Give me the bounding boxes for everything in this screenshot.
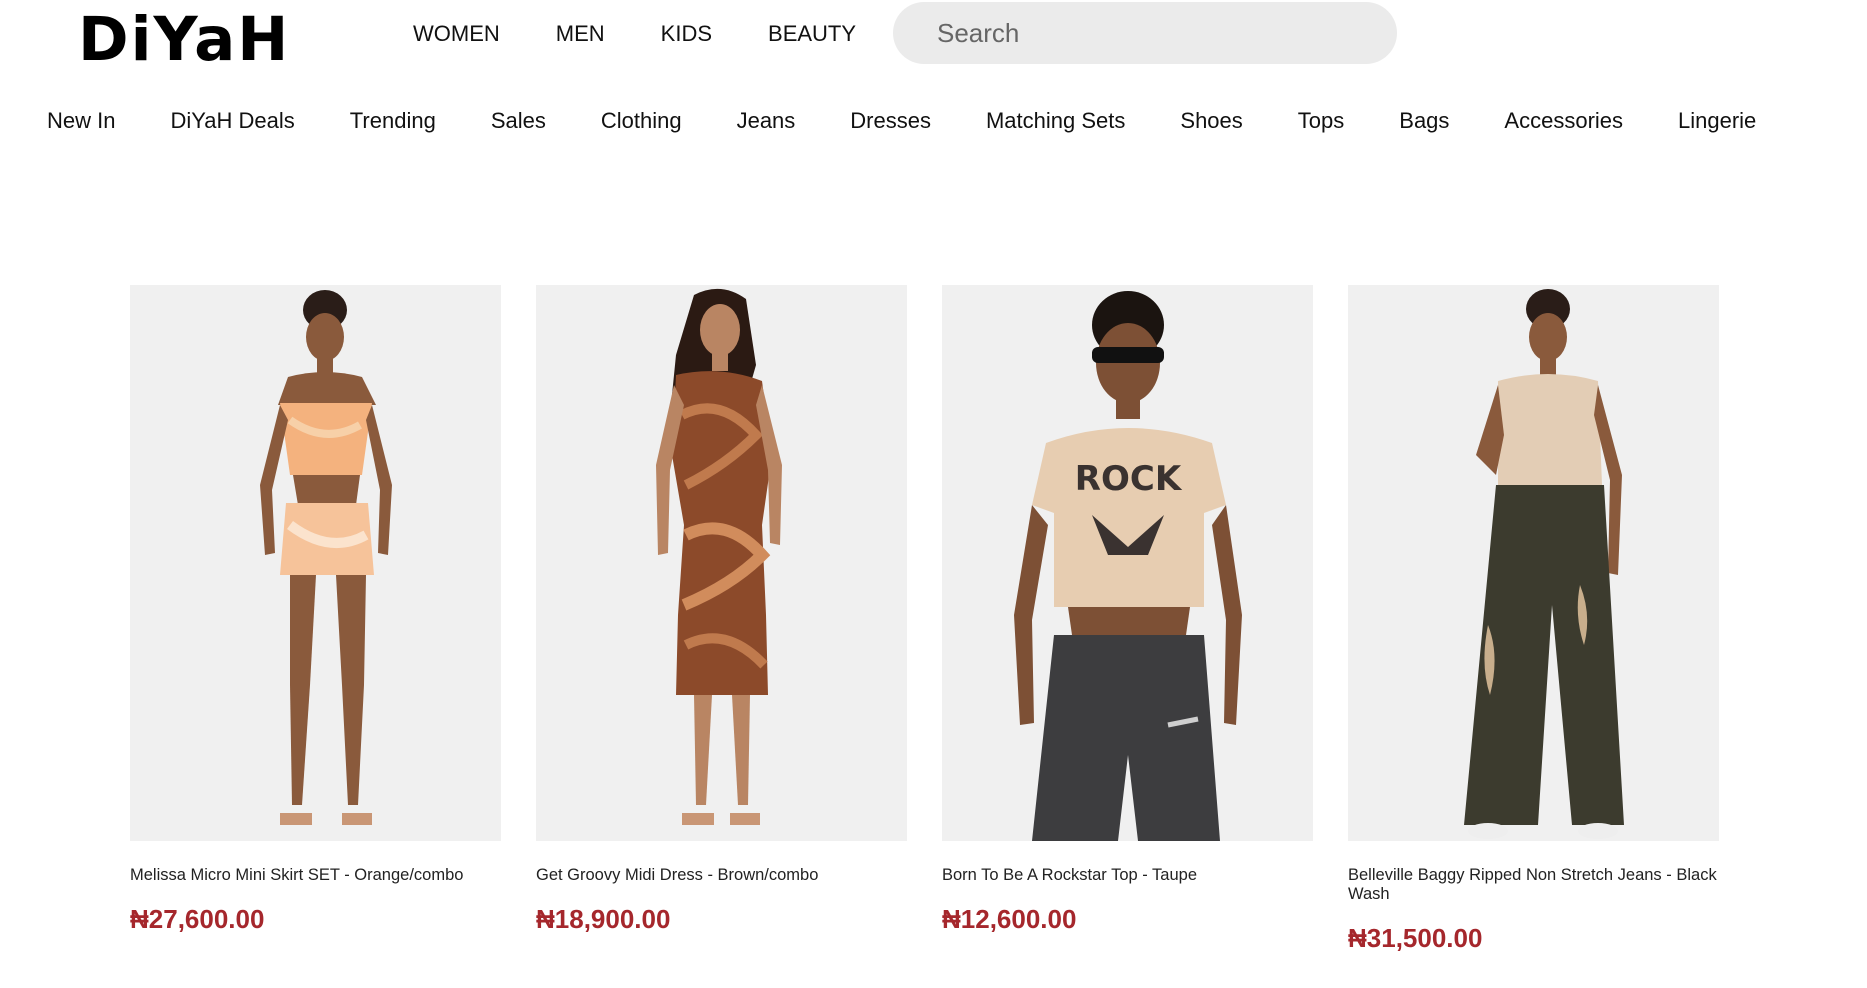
main-nav-kids[interactable]: KIDS	[661, 20, 712, 48]
search-input[interactable]	[893, 2, 1397, 64]
product-name[interactable]: Melissa Micro Mini Skirt SET - Orange/co…	[130, 866, 501, 885]
product-grid: Melissa Micro Mini Skirt SET - Orange/co…	[130, 285, 1719, 954]
product-card[interactable]: Melissa Micro Mini Skirt SET - Orange/co…	[130, 285, 501, 954]
product-photo-baggy-jeans-icon[interactable]	[1348, 285, 1719, 841]
main-nav: WOMEN MEN KIDS BEAUTY	[413, 20, 912, 48]
category-dresses[interactable]: Dresses	[850, 107, 931, 135]
product-photo-graphic-top-icon[interactable]: ROCK	[942, 285, 1313, 841]
main-nav-women[interactable]: WOMEN	[413, 20, 500, 48]
main-nav-men[interactable]: MEN	[556, 20, 605, 48]
product-name[interactable]: Born To Be A Rockstar Top - Taupe	[942, 866, 1313, 885]
category-clothing[interactable]: Clothing	[601, 107, 682, 135]
category-diyah-deals[interactable]: DiYaH Deals	[170, 107, 294, 135]
brand-logo[interactable]: DiYaH	[78, 4, 290, 76]
product-price: ₦12,600.00	[942, 904, 1077, 934]
product-photo-skirt-set-icon[interactable]	[130, 285, 501, 841]
product-card[interactable]: ROCK Born To Be A Rockstar Top - Taupe ₦…	[942, 285, 1313, 954]
product-card[interactable]: Belleville Baggy Ripped Non Stretch Jean…	[1348, 285, 1719, 954]
category-bags[interactable]: Bags	[1399, 107, 1449, 135]
product-photo-midi-dress-icon[interactable]	[536, 285, 907, 841]
product-name[interactable]: Belleville Baggy Ripped Non Stretch Jean…	[1348, 866, 1719, 904]
category-lingerie[interactable]: Lingerie	[1678, 107, 1756, 135]
category-new-in[interactable]: New In	[47, 107, 115, 135]
category-jeans[interactable]: Jeans	[737, 107, 796, 135]
category-accessories[interactable]: Accessories	[1504, 107, 1623, 135]
category-nav: New In DiYaH Deals Trending Sales Clothi…	[47, 107, 1811, 135]
product-name[interactable]: Get Groovy Midi Dress - Brown/combo	[536, 866, 907, 885]
main-nav-beauty[interactable]: BEAUTY	[768, 20, 856, 48]
category-matching-sets[interactable]: Matching Sets	[986, 107, 1125, 135]
product-price: ₦31,500.00	[1348, 923, 1483, 953]
category-sales[interactable]: Sales	[491, 107, 546, 135]
product-price: ₦18,900.00	[536, 904, 671, 934]
category-trending[interactable]: Trending	[350, 107, 436, 135]
svg-text:ROCK: ROCK	[1075, 459, 1183, 499]
product-price: ₦27,600.00	[130, 904, 265, 934]
product-card[interactable]: Get Groovy Midi Dress - Brown/combo ₦18,…	[536, 285, 907, 954]
category-shoes[interactable]: Shoes	[1180, 107, 1242, 135]
category-tops[interactable]: Tops	[1298, 107, 1344, 135]
